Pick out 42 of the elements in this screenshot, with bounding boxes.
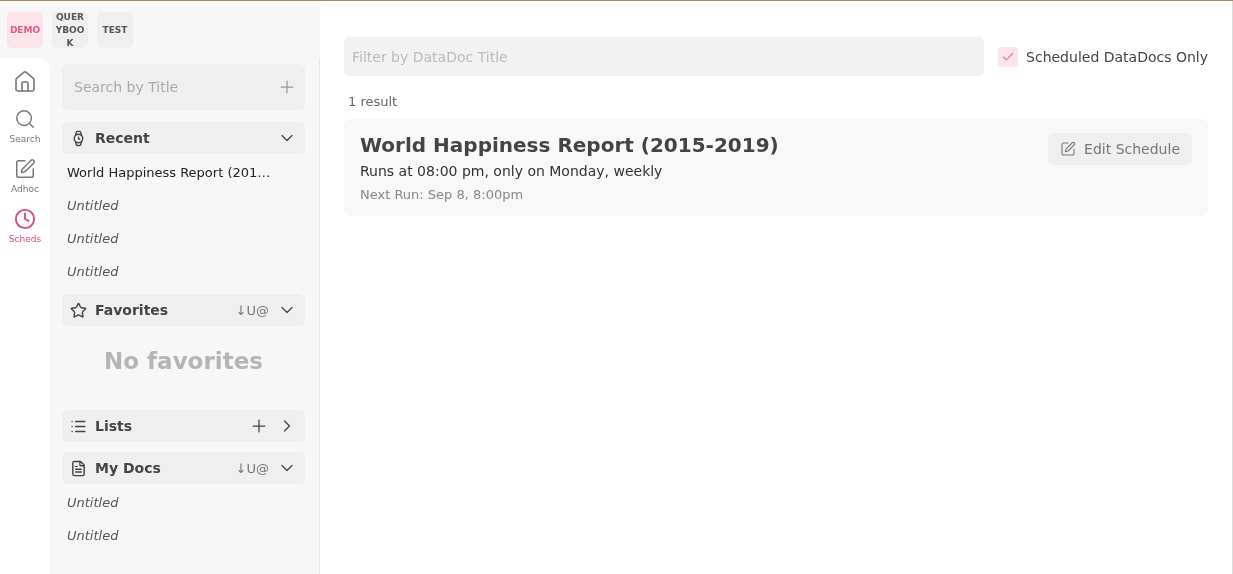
sort-toggle[interactable]: ↓U@ xyxy=(235,460,269,476)
datadoc-title: World Happiness Report (2015-2019) xyxy=(360,133,779,157)
pencil-square-icon xyxy=(14,158,36,180)
doc-item[interactable]: Untitled xyxy=(62,222,305,255)
section-header[interactable]: Favorites ↓U@ xyxy=(62,294,305,326)
search-icon xyxy=(14,108,36,130)
environment-tab[interactable]: TEST xyxy=(97,12,133,48)
doc-item[interactable]: Untitled xyxy=(62,189,305,222)
nav-label: Scheds xyxy=(8,234,42,244)
edit-schedule-button[interactable]: Edit Schedule xyxy=(1048,133,1192,165)
doc-item[interactable]: Untitled xyxy=(62,255,305,288)
nav-item[interactable]: Search xyxy=(9,108,41,144)
doc-item[interactable]: Untitled xyxy=(62,486,305,519)
section-header[interactable]: My Docs ↓U@ xyxy=(62,452,305,484)
nav-label: Adhoc xyxy=(11,184,39,194)
checkbox-label: Scheduled DataDocs Only xyxy=(1026,48,1208,65)
environment-tab[interactable]: QUERYBOOK xyxy=(52,12,88,48)
nav-item[interactable]: Adhoc xyxy=(11,158,39,194)
section-title: Lists xyxy=(95,418,134,434)
schedule-text: Runs at 08:00 pm, only on Monday, weekly xyxy=(360,163,664,179)
next-run-text: Next Run: Sep 8, 8:00pm xyxy=(360,187,525,202)
home-icon xyxy=(13,70,37,94)
section-title: My Docs xyxy=(95,460,162,476)
section-header[interactable]: Recent xyxy=(62,122,305,154)
section-title: Recent xyxy=(95,130,151,146)
doc-item[interactable]: Untitled xyxy=(62,519,305,552)
empty-message: No favorites xyxy=(103,347,264,376)
result-count: 1 result xyxy=(348,94,399,109)
nav-item[interactable]: Scheds xyxy=(8,208,42,244)
checkbox[interactable] xyxy=(998,46,1019,67)
section-title: Favorites xyxy=(95,302,170,318)
sort-toggle[interactable]: ↓U@ xyxy=(235,302,269,318)
clock-icon xyxy=(14,208,36,230)
search-field[interactable]: Search by Title xyxy=(62,64,305,110)
result-card[interactable]: World Happiness Report (2015-2019) Runs at 08:00 pm, only on Monday, weekly Next Run: Sep 8, 8:00pm Edit Schedule xyxy=(344,119,1208,216)
doc-item[interactable]: World Happiness Report (201… xyxy=(62,156,305,189)
pencil-square-icon xyxy=(1060,141,1077,157)
nav-item[interactable] xyxy=(13,70,37,94)
star-icon xyxy=(70,301,87,319)
document-icon xyxy=(70,459,87,477)
section-header[interactable]: Lists xyxy=(62,410,305,442)
nav-label: Search xyxy=(9,134,41,144)
